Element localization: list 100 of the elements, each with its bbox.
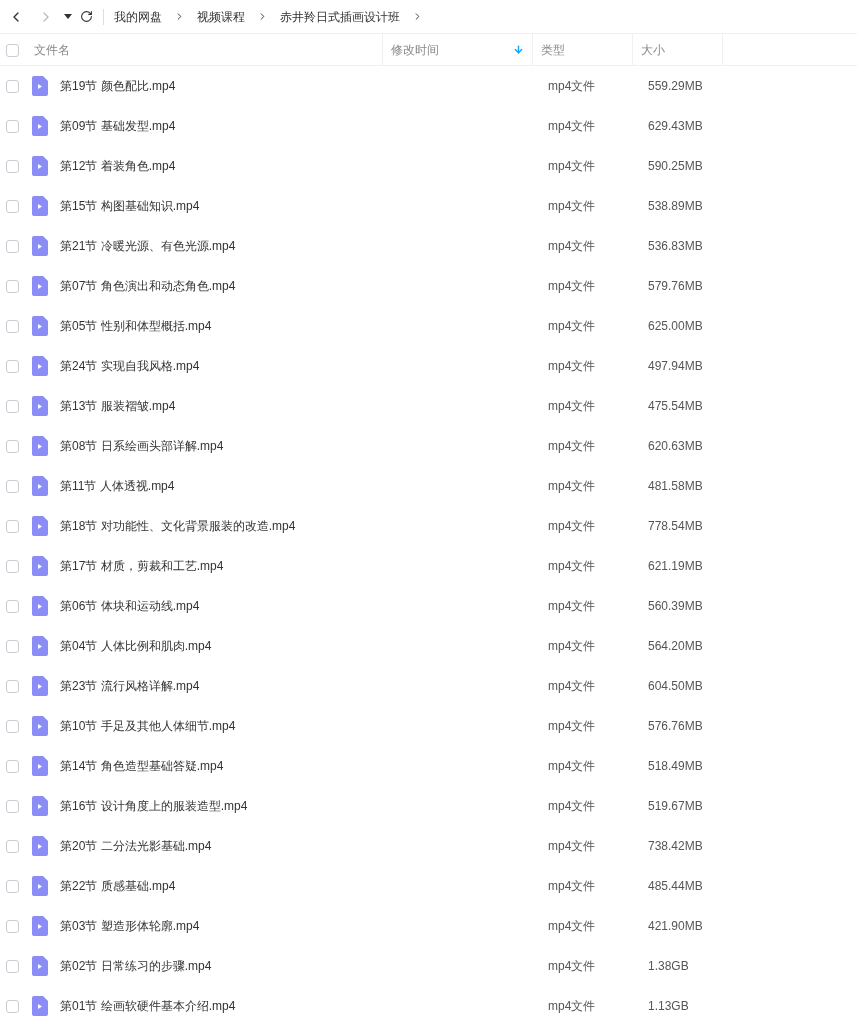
checkbox[interactable] bbox=[6, 719, 19, 733]
checkbox[interactable] bbox=[6, 519, 19, 533]
file-name[interactable]: 第15节 构图基础知识.mp4 bbox=[60, 197, 390, 215]
file-size: 485.44MB bbox=[648, 878, 703, 895]
file-name[interactable]: 第21节 冷暖光源、有色光源.mp4 bbox=[60, 237, 390, 255]
file-name[interactable]: 第05节 性别和体型概括.mp4 bbox=[60, 317, 390, 335]
file-size: 475.54MB bbox=[648, 398, 703, 415]
file-name[interactable]: 第01节 绘画软硬件基本介绍.mp4 bbox=[60, 997, 390, 1015]
file-name[interactable]: 第17节 材质，剪裁和工艺.mp4 bbox=[60, 557, 390, 575]
file-type: mp4文件 bbox=[548, 238, 597, 255]
file-type: mp4文件 bbox=[548, 918, 597, 935]
checkbox[interactable] bbox=[6, 279, 19, 293]
file-size: 621.19MB bbox=[648, 558, 703, 575]
video-file-icon bbox=[32, 276, 48, 296]
file-size: 579.76MB bbox=[648, 278, 703, 295]
checkbox[interactable] bbox=[6, 559, 19, 573]
file-size: 590.25MB bbox=[648, 158, 703, 175]
video-file-icon bbox=[32, 676, 48, 696]
file-name[interactable]: 第18节 对功能性、文化背景服装的改造.mp4 bbox=[60, 517, 390, 535]
checkbox[interactable] bbox=[6, 919, 19, 933]
file-type: mp4文件 bbox=[548, 798, 597, 815]
file-name[interactable]: 第14节 角色造型基础答疑.mp4 bbox=[60, 757, 390, 775]
video-file-icon bbox=[32, 876, 48, 896]
breadcrumb-link[interactable]: 赤井羚日式插画设计班 bbox=[280, 7, 400, 26]
checkbox[interactable] bbox=[6, 759, 19, 773]
file-size: 738.42MB bbox=[648, 838, 703, 855]
sort-arrow-icon[interactable] bbox=[513, 44, 524, 55]
checkbox[interactable] bbox=[6, 999, 19, 1013]
file-type: mp4文件 bbox=[548, 558, 597, 575]
file-type: mp4文件 bbox=[548, 358, 597, 375]
file-size: 604.50MB bbox=[648, 678, 703, 695]
checkbox[interactable] bbox=[6, 199, 19, 213]
video-file-icon bbox=[32, 836, 48, 856]
checkbox[interactable] bbox=[6, 119, 19, 133]
checkbox[interactable] bbox=[6, 799, 19, 813]
video-file-icon bbox=[32, 716, 48, 736]
file-name[interactable]: 第09节 基础发型.mp4 bbox=[60, 117, 390, 135]
dropdown-icon[interactable] bbox=[64, 13, 72, 20]
file-size: 564.20MB bbox=[648, 638, 703, 655]
file-name[interactable]: 第13节 服装褶皱.mp4 bbox=[60, 397, 390, 415]
checkbox[interactable] bbox=[6, 159, 19, 173]
file-size: 538.89MB bbox=[648, 198, 703, 215]
file-type: mp4文件 bbox=[548, 598, 597, 615]
file-type: mp4文件 bbox=[548, 758, 597, 775]
breadcrumb-link[interactable]: 我的网盘 bbox=[114, 7, 162, 26]
column-header[interactable]: 修改时间 bbox=[391, 40, 439, 59]
column-header[interactable]: 文件名 bbox=[34, 40, 70, 59]
file-size: 778.54MB bbox=[648, 518, 703, 535]
file-name[interactable]: 第11节 人体透视.mp4 bbox=[60, 477, 390, 495]
checkbox[interactable] bbox=[6, 959, 19, 973]
refresh-icon[interactable] bbox=[80, 10, 93, 23]
video-file-icon bbox=[32, 596, 48, 616]
checkbox[interactable] bbox=[6, 439, 19, 453]
file-name[interactable]: 第07节 角色演出和动态角色.mp4 bbox=[60, 277, 390, 295]
checkbox[interactable] bbox=[6, 79, 19, 93]
video-file-icon bbox=[32, 996, 48, 1016]
checkbox[interactable] bbox=[6, 399, 19, 413]
breadcrumb-link[interactable]: 视频课程 bbox=[197, 7, 245, 26]
file-size: 519.67MB bbox=[648, 798, 703, 815]
file-name[interactable]: 第20节 二分法光影基础.mp4 bbox=[60, 837, 390, 855]
file-name[interactable]: 第08节 日系绘画头部详解.mp4 bbox=[60, 437, 390, 455]
file-type: mp4文件 bbox=[548, 198, 597, 215]
video-file-icon bbox=[32, 356, 48, 376]
column-header[interactable]: 类型 bbox=[541, 40, 565, 59]
file-name[interactable]: 第06节 体块和运动线.mp4 bbox=[60, 597, 390, 615]
checkbox[interactable] bbox=[6, 239, 19, 253]
file-name[interactable]: 第23节 流行风格详解.mp4 bbox=[60, 677, 390, 695]
file-type: mp4文件 bbox=[548, 78, 597, 95]
file-size: 576.76MB bbox=[648, 718, 703, 735]
checkbox[interactable] bbox=[6, 639, 19, 653]
file-name[interactable]: 第03节 塑造形体轮廓.mp4 bbox=[60, 917, 390, 935]
file-name[interactable]: 第24节 实现自我风格.mp4 bbox=[60, 357, 390, 375]
file-name[interactable]: 第16节 设计角度上的服装造型.mp4 bbox=[60, 797, 390, 815]
video-file-icon bbox=[32, 796, 48, 816]
column-header[interactable]: 大小 bbox=[641, 40, 665, 59]
checkbox[interactable] bbox=[6, 44, 19, 57]
file-type: mp4文件 bbox=[548, 438, 597, 455]
file-size: 481.58MB bbox=[648, 478, 703, 495]
checkbox[interactable] bbox=[6, 679, 19, 693]
file-name[interactable]: 第04节 人体比例和肌肉.mp4 bbox=[60, 637, 390, 655]
checkbox[interactable] bbox=[6, 879, 19, 893]
file-name[interactable]: 第12节 着装角色.mp4 bbox=[60, 157, 390, 175]
file-size: 518.49MB bbox=[648, 758, 703, 775]
file-type: mp4文件 bbox=[548, 638, 597, 655]
checkbox[interactable] bbox=[6, 479, 19, 493]
checkbox[interactable] bbox=[6, 839, 19, 853]
video-file-icon bbox=[32, 956, 48, 976]
file-size: 536.83MB bbox=[648, 238, 703, 255]
file-type: mp4文件 bbox=[548, 958, 597, 975]
video-file-icon bbox=[32, 156, 48, 176]
file-name[interactable]: 第22节 质感基础.mp4 bbox=[60, 877, 390, 895]
checkbox[interactable] bbox=[6, 599, 19, 613]
file-type: mp4文件 bbox=[548, 838, 597, 855]
file-name[interactable]: 第02节 日常练习的步骤.mp4 bbox=[60, 957, 390, 975]
checkbox[interactable] bbox=[6, 359, 19, 373]
video-file-icon bbox=[32, 636, 48, 656]
checkbox[interactable] bbox=[6, 319, 19, 333]
file-name[interactable]: 第10节 手足及其他人体细节.mp4 bbox=[60, 717, 390, 735]
file-name[interactable]: 第19节 颜色配比.mp4 bbox=[60, 77, 390, 95]
video-file-icon bbox=[32, 316, 48, 336]
